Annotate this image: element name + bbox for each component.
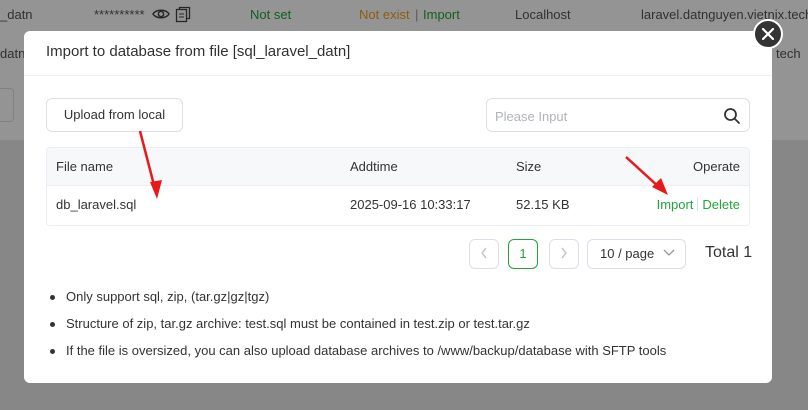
operate-divider	[697, 198, 699, 211]
file-table: File name Addtime Size Operate db_larave…	[46, 147, 750, 226]
search-icon[interactable]	[723, 107, 741, 125]
prev-page-button[interactable]	[469, 239, 499, 269]
page-size-select[interactable]: 10 / page	[587, 239, 686, 269]
help-note-text: Only support sql, zip, (tar.gz|gz|tgz)	[66, 289, 270, 304]
import-file-button[interactable]: Import	[657, 197, 694, 212]
chevron-left-icon	[481, 247, 487, 259]
help-note-text: Structure of zip, tar.gz archive: test.s…	[66, 316, 530, 331]
column-file-name: File name	[56, 159, 114, 174]
search-box	[486, 98, 750, 132]
pagination-total: Total 1	[705, 244, 753, 261]
bullet-icon	[50, 322, 55, 327]
page-number-button[interactable]: 1	[508, 239, 538, 269]
next-page-button[interactable]	[549, 239, 579, 269]
help-note: If the file is oversized, you can also u…	[50, 341, 750, 368]
chevron-right-icon	[561, 247, 567, 259]
size-cell: 52.15 KB	[516, 197, 570, 212]
column-size: Size	[516, 159, 542, 174]
operate-cell: Import Delete	[657, 197, 740, 212]
dialog-title: Import to database from file [sql_larave…	[24, 31, 772, 76]
close-dialog-button[interactable]	[753, 19, 783, 49]
search-input[interactable]	[495, 107, 715, 125]
table-header: File name Addtime Size Operate	[47, 148, 749, 186]
column-operate: Operate	[693, 159, 740, 174]
upload-from-local-button[interactable]: Upload from local	[46, 98, 183, 132]
chevron-down-icon	[663, 249, 675, 256]
delete-file-button[interactable]: Delete	[702, 197, 740, 212]
page-size-value: 10 / page	[600, 246, 655, 261]
column-addtime: Addtime	[350, 159, 398, 174]
bullet-icon	[50, 349, 55, 354]
help-note-text: If the file is oversized, you can also u…	[66, 343, 667, 358]
help-notes: Only support sql, zip, (tar.gz|gz|tgz) S…	[50, 287, 750, 368]
addtime-cell: 2025-09-16 10:33:17	[350, 197, 471, 212]
bullet-icon	[50, 295, 55, 300]
table-row: db_laravel.sql 2025-09-16 10:33:17 52.15…	[47, 186, 749, 225]
help-note: Only support sql, zip, (tar.gz|gz|tgz)	[50, 287, 750, 314]
import-dialog: Import to database from file [sql_larave…	[24, 31, 772, 383]
close-icon	[761, 27, 775, 41]
file-name-cell: db_laravel.sql	[56, 197, 137, 212]
help-note: Structure of zip, tar.gz archive: test.s…	[50, 314, 750, 341]
